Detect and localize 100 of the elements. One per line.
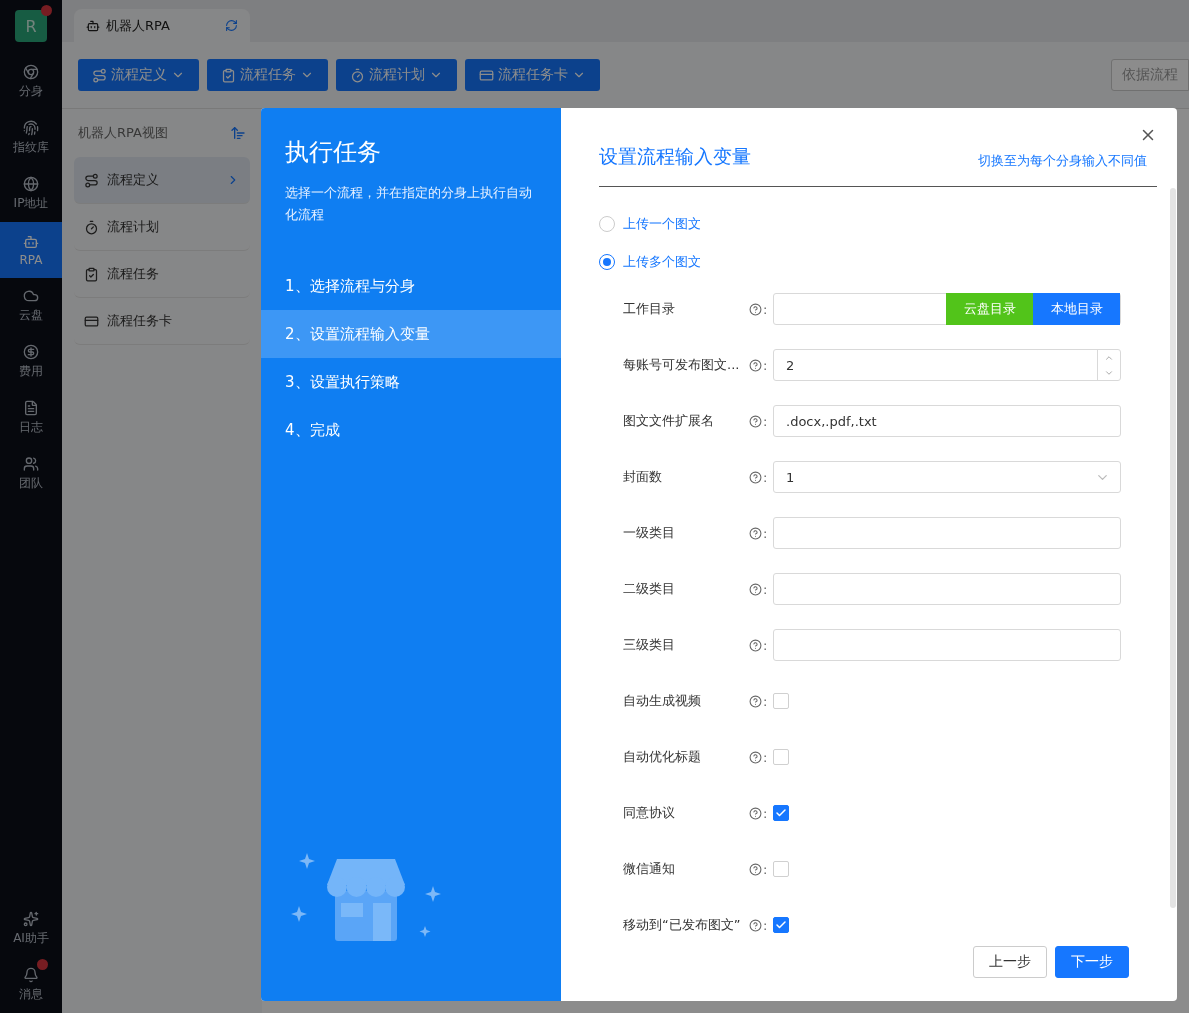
field-label: 每账号可发布图文...: [623, 356, 741, 374]
sidebar-label: 流程计划: [107, 218, 160, 236]
robot-icon: [23, 233, 39, 250]
help-icon[interactable]: [749, 582, 762, 596]
help-icon[interactable]: [749, 918, 762, 932]
field-label: 自动优化标题: [623, 748, 702, 766]
dialog-title: 执行任务: [284, 137, 382, 168]
field-label: 自动生成视频: [623, 692, 702, 710]
directory-input[interactable]: 云盘目录 本地目录: [773, 293, 1121, 325]
nav-item[interactable]: 分身: [0, 54, 62, 110]
step-item[interactable]: 1、选择流程与分身: [261, 262, 561, 310]
nav-label: AI助手: [13, 930, 49, 947]
field-label: 同意协议: [623, 804, 676, 822]
text-input[interactable]: [773, 629, 1121, 661]
nav-item[interactable]: 日志: [0, 390, 62, 446]
colon: :: [763, 637, 768, 653]
colon: :: [763, 693, 768, 709]
sidebar-label: 流程任务: [107, 265, 160, 283]
page-tab[interactable]: 机器人RPA: [74, 9, 250, 42]
nav-item[interactable]: 团队: [0, 446, 62, 502]
next-button[interactable]: 下一步: [1055, 946, 1129, 978]
nav-item[interactable]: AI助手: [0, 901, 62, 957]
colon: :: [763, 301, 768, 317]
menu-button[interactable]: 流程定义: [78, 59, 199, 91]
colon: :: [763, 749, 768, 765]
radio-label: 上传一个图文: [623, 215, 701, 233]
nav-label: 分身: [19, 83, 43, 100]
coin-icon: [23, 344, 39, 360]
previous-button[interactable]: 上一步: [973, 946, 1047, 978]
nav-item[interactable]: 指纹库: [0, 110, 62, 166]
avatar[interactable]: R: [15, 10, 47, 42]
help-icon[interactable]: [749, 638, 762, 652]
colon: :: [763, 917, 768, 933]
help-icon[interactable]: [749, 526, 762, 540]
radio-option[interactable]: 上传多个图文: [599, 243, 1139, 281]
nav-label: 指纹库: [13, 139, 49, 156]
nav-label: RPA: [19, 252, 43, 267]
menu-button[interactable]: 流程任务: [207, 59, 328, 91]
menu-button[interactable]: 流程计划: [336, 59, 457, 91]
aperture-icon: [23, 64, 39, 80]
nav-label: IP地址: [13, 195, 49, 212]
sidebar-item[interactable]: 流程定义: [74, 157, 250, 204]
nav-item[interactable]: 消息: [0, 957, 62, 1013]
document-icon: [23, 400, 39, 416]
nav-item[interactable]: 费用: [0, 334, 62, 390]
card-icon: [479, 67, 494, 83]
stopwatch-icon: [84, 219, 99, 235]
cloud-icon: [23, 288, 39, 304]
colon: :: [763, 357, 768, 373]
colon: :: [763, 469, 768, 485]
sidebar-item[interactable]: 流程计划: [74, 204, 250, 251]
sidebar-item[interactable]: 流程任务卡: [74, 298, 250, 345]
directory-button[interactable]: 云盘目录: [946, 293, 1033, 325]
nav-item[interactable]: RPA: [0, 222, 62, 278]
sidebar-label: 流程定义: [107, 171, 160, 189]
text-input[interactable]: [773, 573, 1121, 605]
stopwatch-icon: [350, 67, 365, 83]
field-label: 封面数: [623, 468, 663, 486]
help-icon[interactable]: [749, 862, 762, 876]
nav-label: 日志: [19, 419, 43, 436]
step-item[interactable]: 2、设置流程输入变量: [261, 310, 561, 358]
refresh-icon[interactable]: [225, 19, 238, 32]
field-label: 三级类目: [623, 636, 676, 654]
checkbox[interactable]: [773, 805, 789, 821]
field-label: 一级类目: [623, 524, 676, 542]
radio-option[interactable]: 上传一个图文: [599, 205, 1139, 243]
clipboard-icon: [84, 266, 99, 282]
checkbox[interactable]: [773, 917, 789, 933]
colon: :: [763, 525, 768, 541]
dialog-subtitle: 选择一个流程，并在指定的分身上执行自动化流程: [284, 184, 533, 224]
nav-label: 费用: [19, 363, 43, 380]
help-icon[interactable]: [749, 750, 762, 764]
nav-item[interactable]: IP地址: [0, 166, 62, 222]
check-icon: [775, 919, 787, 931]
field-label: 工作目录: [623, 300, 676, 318]
sidebar-title: 机器人RPA视图: [78, 124, 168, 142]
select-field[interactable]: 1: [773, 461, 1121, 493]
switch-link[interactable]: 切换至为每个分身输入不同值: [978, 152, 1147, 170]
help-icon[interactable]: [749, 806, 762, 820]
users-icon: [23, 456, 39, 472]
globe-icon: [23, 176, 39, 192]
tab-label: 机器人RPA: [106, 16, 171, 35]
step-item[interactable]: 4、完成: [261, 406, 561, 454]
field-label: 移动到“已发布图文”: [623, 916, 742, 934]
help-icon[interactable]: [749, 358, 762, 372]
text-input[interactable]: [773, 517, 1121, 549]
sort-icon[interactable]: [230, 125, 246, 141]
menu-button[interactable]: 流程任务卡: [465, 59, 600, 91]
sparkle-icon: [23, 911, 39, 927]
help-icon[interactable]: [749, 302, 762, 316]
help-icon[interactable]: [749, 694, 762, 708]
step-item[interactable]: 3、设置执行策略: [261, 358, 561, 406]
nav-label: 团队: [19, 475, 43, 492]
route-icon: [84, 172, 99, 188]
sidebar-item[interactable]: 流程任务: [74, 251, 250, 298]
text-input[interactable]: .docx,.pdf,.txt: [773, 405, 1121, 437]
directory-button[interactable]: 本地目录: [1033, 293, 1120, 325]
nav-item[interactable]: 云盘: [0, 278, 62, 334]
help-icon[interactable]: [749, 470, 762, 484]
help-icon[interactable]: [749, 414, 762, 428]
